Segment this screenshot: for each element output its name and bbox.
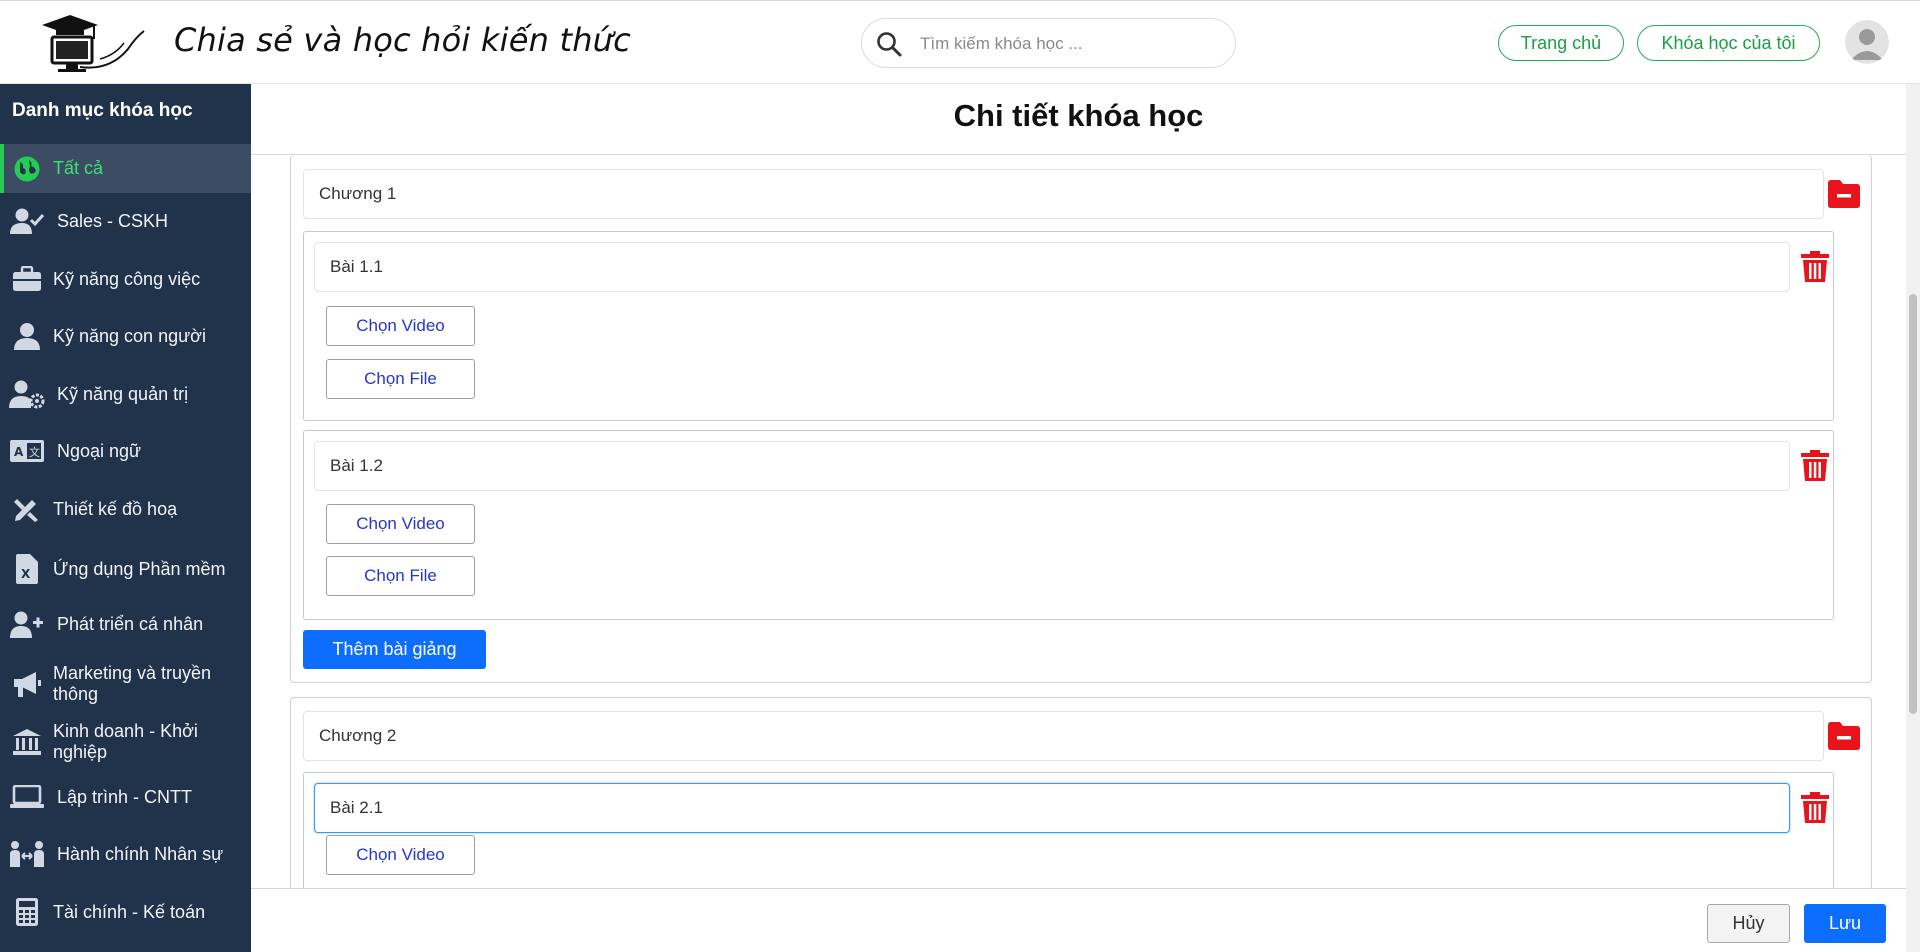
sidebar-item-programming[interactable]: Lập trình - CNTT <box>0 774 251 820</box>
svg-text:A: A <box>14 445 24 459</box>
chapter-name-input[interactable] <box>304 170 1823 218</box>
search-input[interactable] <box>920 29 1220 59</box>
sidebar-item-label: Hành chính Nhân sự <box>57 843 224 864</box>
choose-video-button[interactable]: Chọn Video <box>326 835 475 875</box>
sidebar-item-label: Kỹ năng công việc <box>53 268 201 289</box>
sidebar-item-label: Kỹ năng quản trị <box>57 383 189 404</box>
course-detail-main: Chi tiết khóa học Chọn V <box>251 84 1920 952</box>
user-gear-icon <box>9 379 45 409</box>
sidebar-item-all[interactable]: Tất cả <box>0 144 251 193</box>
chapter-editor[interactable]: Chọn Video Chọn File Chọn Video Chọn Fil… <box>251 156 1906 888</box>
user-check-icon <box>9 206 45 236</box>
sidebar-item-hr-admin[interactable]: Hành chính Nhân sự <box>0 831 251 877</box>
page-title-bar: Chi tiết khóa học <box>251 84 1906 155</box>
chapter-name-field[interactable] <box>303 169 1824 219</box>
user-plus-icon <box>9 609 45 639</box>
choose-video-button[interactable]: Chọn Video <box>326 306 475 346</box>
lesson-name-field[interactable] <box>314 242 1790 292</box>
sidebar-item-label: Kinh doanh - Khởi nghiệp <box>53 721 198 762</box>
top-header: Chia sẻ và học hỏi kiến thức Trang chủ K… <box>0 0 1920 84</box>
megaphone-icon <box>9 669 45 699</box>
sidebar-item-label: Kỹ năng con người <box>53 325 206 346</box>
lesson-name-input[interactable] <box>315 243 1789 291</box>
sidebar-item-management-skills[interactable]: Kỹ năng quản trị <box>0 371 251 417</box>
excel-file-icon: X <box>9 554 45 584</box>
trash-icon[interactable] <box>1801 251 1829 283</box>
site-title: Chia sẻ và học hỏi kiến thức <box>174 21 631 59</box>
page-title: Chi tiết khóa học <box>953 98 1204 133</box>
form-footer: Hủy Lưu <box>251 888 1906 952</box>
add-lesson-button[interactable]: Thêm bài giảng <box>303 630 486 669</box>
sidebar-item-work-skills[interactable]: Kỹ năng công việc <box>0 256 251 302</box>
sidebar-item-label: Marketing và truyền thông <box>53 663 212 704</box>
search-box[interactable] <box>861 18 1236 68</box>
chapter-card: Chọn Video <box>290 697 1872 888</box>
chapter-card: Chọn Video Chọn File Chọn Video Chọn Fil… <box>290 156 1872 683</box>
people-arrows-icon <box>9 839 45 869</box>
sidebar-item-business[interactable]: Kinh doanh - Khởi nghiệp <box>0 714 251 770</box>
lesson-name-input[interactable] <box>315 784 1789 832</box>
sidebar-item-personal-development[interactable]: Phát triển cá nhân <box>0 601 251 647</box>
sidebar-item-marketing[interactable]: Marketing và truyền thông <box>0 656 251 712</box>
cancel-button[interactable]: Hủy <box>1707 904 1790 943</box>
lesson-name-field[interactable] <box>314 441 1790 491</box>
folder-minus-icon[interactable] <box>1828 722 1860 750</box>
save-button[interactable]: Lưu <box>1804 904 1886 943</box>
sidebar-item-sales[interactable]: Sales - CSKH <box>0 198 251 244</box>
trash-icon[interactable] <box>1801 450 1829 482</box>
scrollbar-thumb[interactable] <box>1909 294 1917 714</box>
svg-text:X: X <box>21 567 31 581</box>
home-link[interactable]: Trang chủ <box>1498 25 1624 61</box>
sidebar-item-label: Tài chính - Kế toán <box>53 901 206 922</box>
sidebar-item-finance[interactable]: Tài chính - Kế toán <box>0 889 251 935</box>
choose-video-button[interactable]: Chọn Video <box>326 504 475 544</box>
lesson-card: Chọn Video Chọn File <box>303 231 1834 421</box>
sidebar-title: Danh mục khóa học <box>12 100 193 121</box>
user-avatar[interactable] <box>1845 20 1889 64</box>
choose-file-button[interactable]: Chọn File <box>326 556 475 596</box>
lesson-name-field[interactable] <box>314 783 1790 833</box>
lesson-name-input[interactable] <box>315 442 1789 490</box>
chapter-name-input[interactable] <box>304 712 1823 760</box>
sidebar-item-people-skills[interactable]: Kỹ năng con người <box>0 313 251 359</box>
folder-minus-icon[interactable] <box>1828 180 1860 208</box>
globe-icon <box>9 154 45 184</box>
search-icon[interactable] <box>876 31 902 57</box>
sidebar-item-label: Lập trình - CNTT <box>57 786 193 807</box>
user-icon <box>9 321 45 351</box>
chapter-name-field[interactable] <box>303 711 1824 761</box>
sidebar-item-label: Ứng dụng Phần mềm <box>53 558 226 579</box>
sidebar-item-label: Phát triển cá nhân <box>57 613 204 634</box>
sidebar-item-label: Tất cả <box>53 158 104 178</box>
page-scrollbar[interactable] <box>1906 84 1920 952</box>
bank-icon <box>9 727 45 757</box>
sidebar-item-label: Ngoại ngữ <box>57 440 142 461</box>
sidebar-item-software-apps[interactable]: X Ứng dụng Phần mềm <box>0 541 251 597</box>
lesson-card: Chọn Video Chọn File <box>303 430 1834 620</box>
trash-icon[interactable] <box>1801 792 1829 824</box>
sidebar-item-graphic-design[interactable]: Thiết kế đồ hoạ <box>0 486 251 532</box>
laptop-icon <box>9 782 45 812</box>
design-tools-icon <box>9 494 45 524</box>
svg-text:文: 文 <box>29 445 40 459</box>
category-sidebar: Danh mục khóa học Tất cả Sales - CSKH Kỹ… <box>0 84 251 952</box>
lesson-card: Chọn Video <box>303 772 1834 888</box>
briefcase-icon <box>9 264 45 294</box>
calculator-icon <box>9 897 45 927</box>
language-icon: A文 <box>9 436 45 466</box>
sidebar-item-languages[interactable]: A文 Ngoại ngữ <box>0 428 251 474</box>
graduation-cap-logo[interactable] <box>40 9 148 77</box>
choose-file-button[interactable]: Chọn File <box>326 359 475 399</box>
sidebar-item-label: Sales - CSKH <box>57 210 169 231</box>
sidebar-item-label: Thiết kế đồ hoạ <box>53 498 178 519</box>
my-courses-link[interactable]: Khóa học của tôi <box>1637 25 1820 61</box>
